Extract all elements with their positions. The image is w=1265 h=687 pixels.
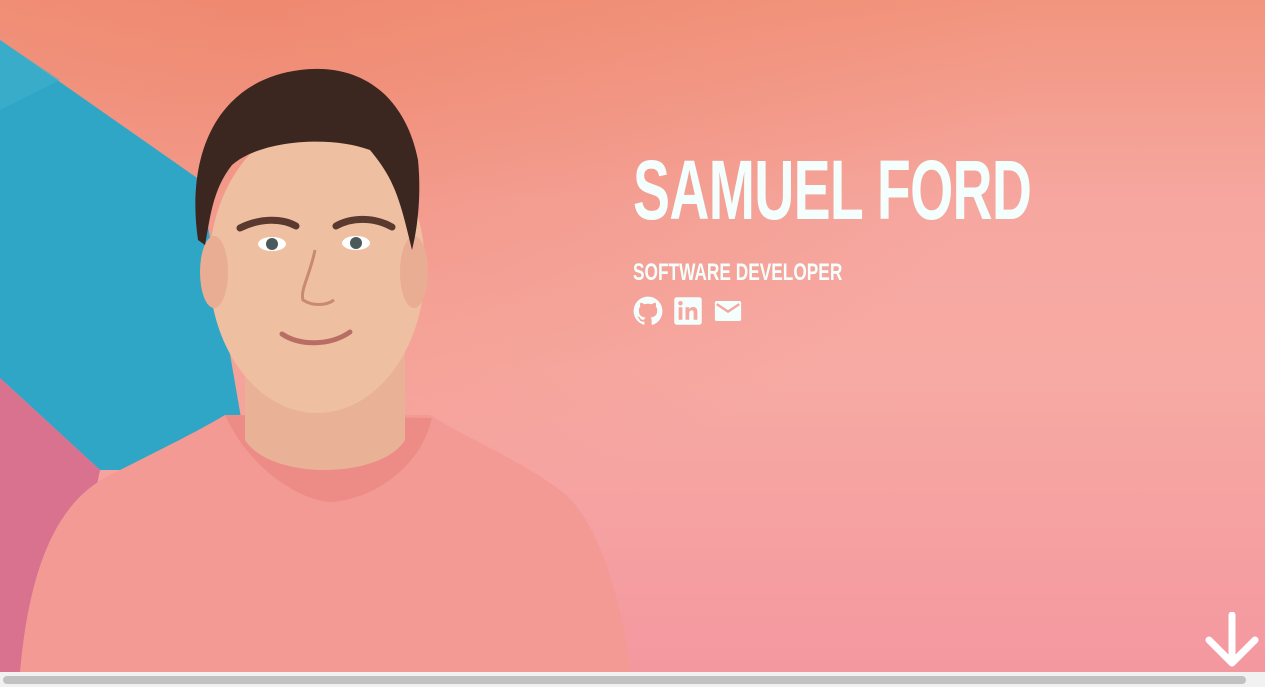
portrait-image — [0, 0, 640, 672]
github-link[interactable] — [633, 296, 663, 326]
arrow-down-icon — [1205, 611, 1259, 667]
mail-icon — [714, 301, 742, 321]
github-icon — [633, 296, 663, 325]
linkedin-icon — [674, 297, 702, 325]
name-heading: SAMUEL FORD — [633, 143, 1032, 237]
role-subtitle: SOFTWARE DEVELOPER — [633, 259, 843, 286]
intro-block: SAMUEL FORD SOFTWARE DEVELOPER — [633, 140, 1253, 326]
scroll-down-button[interactable] — [1203, 611, 1261, 670]
horizontal-scrollbar[interactable] — [0, 672, 1265, 687]
social-links — [633, 296, 1253, 326]
scrollbar-thumb[interactable] — [3, 676, 1246, 684]
email-link[interactable] — [713, 296, 743, 326]
hero-section: SAMUEL FORD SOFTWARE DEVELOPER — [0, 0, 1265, 672]
linkedin-link[interactable] — [673, 296, 703, 326]
